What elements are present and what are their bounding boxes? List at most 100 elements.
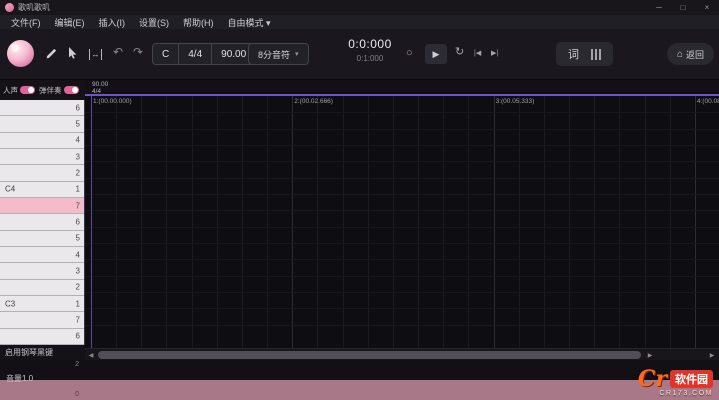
titlebar: 歌叽歌叽 ─ □ × xyxy=(0,0,719,15)
back-button[interactable]: ⌂ 返回 xyxy=(666,43,714,65)
play-button[interactable]: ▶ xyxy=(425,44,447,64)
note-value-select[interactable]: 8分音符 ▾ xyxy=(248,43,309,65)
piano-key-11[interactable]: 2 xyxy=(0,279,84,296)
toggle-group-1: 弹伴奏 xyxy=(39,85,79,96)
ruler-time-signature: 4/4 xyxy=(92,88,102,95)
key-number: 6 xyxy=(75,217,80,227)
volume-lane[interactable]: 2 音量1.0 0 xyxy=(0,360,719,400)
ruler-markers: 1:(00.00.000) 2:(00.02.666) 3:(00.05.333) 4… xyxy=(85,96,719,348)
app-window: 歌叽歌叽 ─ □ × 文件(F) 编辑(E) 插入(I) 设置(S) 帮助(H) 自由模式… xyxy=(0,0,719,400)
piano-key-8[interactable]: 5 xyxy=(0,230,84,247)
note-value-label: 8分音符 xyxy=(258,49,291,60)
octave-label: C3 xyxy=(5,299,16,309)
time-current: 0:0:000 xyxy=(348,37,392,51)
toggle-group-0: 人声 xyxy=(3,85,35,96)
piano-key-10[interactable]: 3 xyxy=(0,263,84,280)
pointer-tool-icon[interactable] xyxy=(68,47,78,63)
piano-key-5-c4[interactable]: C4 1 xyxy=(0,181,84,198)
key-number: 4 xyxy=(75,135,80,145)
loop-button[interactable]: ↻ xyxy=(455,47,464,58)
toolbar: ↔ ↶ ↷ C 4/4 90.00 8分音符 ▾ 0:0:000 0:1:000… xyxy=(0,29,719,80)
time-signature-button[interactable]: 4/4 xyxy=(179,44,213,64)
avatar[interactable] xyxy=(7,40,34,67)
watermark: Cr 软件园 CR173.COM xyxy=(637,366,713,397)
enable-black-keys-option[interactable]: 启用钢琴黑键 xyxy=(0,345,85,360)
redo-icon[interactable]: ↷ xyxy=(133,46,143,58)
app-icon xyxy=(5,3,14,12)
volume-lane-labels: 2 音量1.0 0 xyxy=(0,360,85,400)
menu-item-2[interactable]: 插入(I) xyxy=(92,16,133,29)
time-total: 0:1:000 xyxy=(356,54,384,63)
ruler-tempo-info: 90.00 4/4 xyxy=(92,81,108,95)
app-title: 歌叽歌叽 xyxy=(18,3,50,12)
key-number: 7 xyxy=(75,315,80,325)
piano-key-1[interactable]: 5 xyxy=(0,116,84,133)
piano-key-0[interactable]: 6 xyxy=(0,100,84,117)
key-number: 3 xyxy=(75,152,80,162)
minimize-button[interactable]: ─ xyxy=(647,0,671,15)
toggle-knob xyxy=(28,87,34,93)
avatar-shine xyxy=(11,44,19,52)
ruler-tempo-value: 90.00 xyxy=(92,81,109,88)
horizontal-scrollbar[interactable]: ◀ ▶ ▶ xyxy=(85,348,719,360)
jump-end-button[interactable]: ▶| xyxy=(491,50,498,57)
piano-roll-grid[interactable]: 1:(00.00.000) 2:(00.02.666) 3:(00.05.333) 4… xyxy=(85,96,719,348)
watermark-logo: Cr xyxy=(637,366,667,392)
key-number: 3 xyxy=(75,266,80,276)
piano-key-6[interactable]: 7 xyxy=(0,197,84,215)
piano-key-2[interactable]: 4 xyxy=(0,132,84,149)
volume-lane-fill[interactable] xyxy=(0,380,719,400)
menu-item-0[interactable]: 文件(F) xyxy=(4,16,48,29)
toggle-label-0: 人声 xyxy=(3,85,18,95)
piano-key-4[interactable]: 2 xyxy=(0,165,84,182)
menu-item-3[interactable]: 设置(S) xyxy=(132,16,176,29)
pencil-tool-icon[interactable] xyxy=(45,47,58,64)
toggle-knob xyxy=(71,87,78,93)
lyrics-mode-group: 词 xyxy=(556,42,613,66)
toggle-switch-0[interactable] xyxy=(20,86,35,94)
key-number: 4 xyxy=(75,250,80,260)
range-tool-icon[interactable]: ↔ xyxy=(89,49,102,60)
key-number: 7 xyxy=(75,201,80,211)
piano-key-7[interactable]: 6 xyxy=(0,214,84,231)
menubar: 文件(F) 编辑(E) 插入(I) 设置(S) 帮助(H) 自由模式 ▾ xyxy=(0,15,719,29)
key-signature-button[interactable]: C xyxy=(153,44,180,64)
toggle-label-1: 弹伴奏 xyxy=(39,85,62,95)
scrollbar-thumb[interactable] xyxy=(98,351,641,359)
lyrics-button[interactable]: 词 xyxy=(568,46,579,62)
key-number: 5 xyxy=(75,233,80,243)
key-number: 2 xyxy=(75,282,80,292)
track-toggle-row: 人声 弹伴奏 xyxy=(0,80,85,100)
piano-key-12-c3[interactable]: C3 1 xyxy=(0,295,84,313)
piano-key-9[interactable]: 4 xyxy=(0,246,84,264)
menu-item-1[interactable]: 编辑(E) xyxy=(48,16,92,29)
tempo-box: C 4/4 90.00 xyxy=(152,43,257,65)
key-number: 6 xyxy=(75,103,80,113)
time-display: 0:0:000 0:1:000 xyxy=(338,37,402,63)
piano-key-14[interactable]: 6 xyxy=(0,328,84,345)
piano-key-3[interactable]: 3 xyxy=(0,148,84,166)
undo-icon[interactable]: ↶ xyxy=(113,46,123,58)
ruler-marker-4: 4:(00.08.000) xyxy=(696,98,719,105)
maximize-button[interactable]: □ xyxy=(671,0,695,15)
enable-black-keys-label: 启用钢琴黑键 xyxy=(5,348,53,357)
record-button[interactable]: ○ xyxy=(406,48,413,59)
key-number: 1 xyxy=(75,184,80,194)
tracks-icon[interactable] xyxy=(591,48,601,60)
back-label: 返回 xyxy=(685,49,704,60)
timeline-ruler[interactable]: 90.00 4/4 xyxy=(85,80,719,96)
ruler-marker-3: 3:(00.05.333) xyxy=(495,98,535,105)
piano-key-13[interactable]: 7 xyxy=(0,312,84,329)
lane-min-value: 0 xyxy=(75,391,79,398)
toggle-switch-1[interactable] xyxy=(63,86,79,94)
key-number: 1 xyxy=(75,299,80,309)
piano-keys: 6 5 4 3 2 C4 1 7 6 5 4 3 2 C3 1 7 6 xyxy=(0,100,85,345)
menu-item-4[interactable]: 帮助(H) xyxy=(176,16,221,29)
ruler-marker-1: 1:(00.00.000) xyxy=(93,98,132,105)
jump-start-button[interactable]: |◀ xyxy=(474,50,481,57)
watermark-site-name: 软件园 xyxy=(670,370,713,388)
home-icon: ⌂ xyxy=(676,48,683,60)
close-button[interactable]: × xyxy=(695,0,719,15)
menu-item-5[interactable]: 自由模式 ▾ xyxy=(221,16,278,29)
chevron-down-icon: ▾ xyxy=(295,51,299,58)
